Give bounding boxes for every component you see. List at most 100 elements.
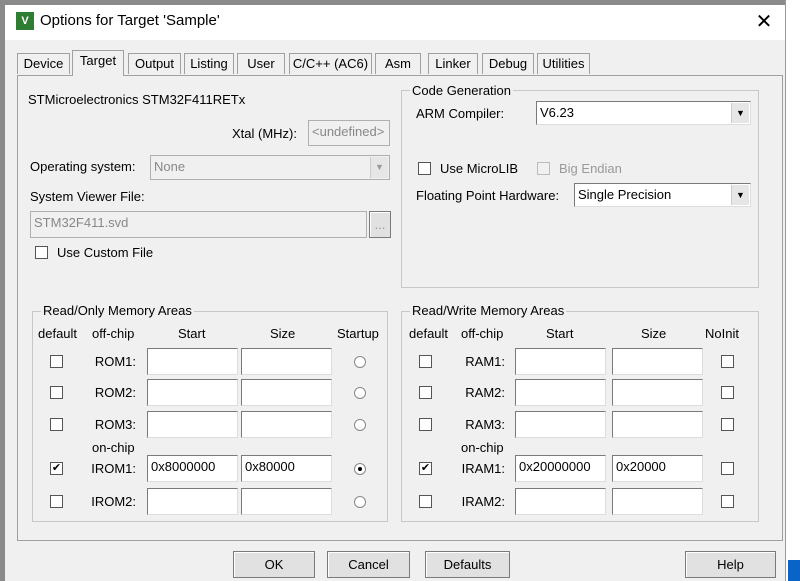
svf-input[interactable]: STM32F411.svd: [30, 211, 367, 238]
default-checkbox[interactable]: [50, 495, 63, 508]
fpu-label: Floating Point Hardware:: [416, 188, 560, 203]
window-title: Options for Target 'Sample': [40, 12, 220, 29]
defaults-button[interactable]: Defaults: [425, 551, 510, 578]
noinit-checkbox[interactable]: [721, 462, 734, 475]
group-title: Read/Write Memory Areas: [410, 303, 567, 318]
chevron-down-icon: ▼: [731, 185, 749, 205]
startup-radio[interactable]: [354, 496, 366, 508]
big-endian-checkbox[interactable]: [537, 162, 550, 175]
use-microlib-checkbox[interactable]: [418, 162, 431, 175]
start-address-input[interactable]: [515, 348, 606, 375]
use-custom-file-checkbox[interactable]: [35, 246, 48, 259]
group-title: Read/Only Memory Areas: [41, 303, 194, 318]
os-select[interactable]: None ▼: [150, 155, 390, 180]
start-address-input[interactable]: [147, 488, 238, 515]
header-start: Start: [546, 326, 574, 341]
startup-radio[interactable]: [354, 356, 366, 368]
size-input[interactable]: [241, 488, 332, 515]
size-input[interactable]: [241, 379, 332, 406]
memory-area-name: IROM2:: [91, 494, 136, 509]
size-input[interactable]: [612, 379, 703, 406]
header-default: default: [409, 326, 449, 341]
code-generation-title: Code Generation: [410, 83, 514, 98]
header-size: Size: [270, 326, 296, 341]
size-input[interactable]: [612, 488, 703, 515]
noinit-checkbox[interactable]: [721, 495, 734, 508]
close-icon[interactable]: ✕: [752, 10, 776, 34]
os-label: Operating system:: [30, 159, 136, 174]
start-address-input[interactable]: [147, 379, 238, 406]
memory-area-name: RAM1:: [465, 354, 505, 369]
default-checkbox[interactable]: [419, 418, 432, 431]
default-checkbox[interactable]: [50, 386, 63, 399]
default-checkbox[interactable]: [419, 495, 432, 508]
noinit-checkbox[interactable]: [721, 418, 734, 431]
header-startup: Startup: [337, 326, 379, 341]
start-address-input[interactable]: [515, 411, 606, 438]
cancel-button[interactable]: Cancel: [327, 551, 410, 578]
device-name: STMicroelectronics STM32F411RETx: [28, 92, 246, 107]
tab-c-c-ac6[interactable]: C/C++ (AC6): [289, 53, 372, 74]
use-microlib-label: Use MicroLIB: [440, 161, 519, 176]
header-off-chip: off-chip: [461, 326, 504, 341]
keil-app-icon: V: [16, 12, 34, 30]
start-address-input[interactable]: 0x20000000: [515, 455, 606, 482]
memory-area-name: IRAM2:: [461, 494, 505, 509]
tab-utilities[interactable]: Utilities: [537, 53, 590, 74]
background-window: [785, 0, 800, 581]
on-chip-label: on-chip: [461, 440, 504, 455]
arm-compiler-select[interactable]: V6.23 ▼: [536, 101, 751, 125]
svf-label: System Viewer File:: [30, 189, 145, 204]
memory-area-name: IRAM1:: [461, 461, 505, 476]
tab-device[interactable]: Device: [17, 53, 70, 74]
background-window-accent: [788, 560, 800, 581]
help-button[interactable]: Help: [685, 551, 776, 578]
xtal-input[interactable]: <undefined>: [308, 120, 390, 146]
start-address-input[interactable]: [147, 348, 238, 375]
fpu-select[interactable]: Single Precision ▼: [574, 183, 751, 207]
tab-user[interactable]: User: [237, 53, 285, 74]
default-checkbox[interactable]: [50, 355, 63, 368]
memory-area-name: RAM2:: [465, 385, 505, 400]
tab-listing[interactable]: Listing: [184, 53, 234, 74]
start-address-input[interactable]: [515, 488, 606, 515]
use-custom-file-label: Use Custom File: [57, 245, 154, 260]
arm-compiler-label: ARM Compiler:: [416, 106, 505, 121]
start-address-input[interactable]: [147, 411, 238, 438]
start-address-input[interactable]: 0x8000000: [147, 455, 238, 482]
header-start: Start: [178, 326, 206, 341]
tab-linker[interactable]: Linker: [428, 53, 478, 74]
size-input[interactable]: 0x20000: [612, 455, 703, 482]
startup-radio[interactable]: [354, 463, 366, 475]
default-checkbox[interactable]: [419, 386, 432, 399]
big-endian-label: Big Endian: [559, 161, 622, 176]
memory-area-name: ROM1:: [94, 354, 136, 369]
tab-target[interactable]: Target: [72, 50, 124, 76]
noinit-checkbox[interactable]: [721, 386, 734, 399]
default-checkbox[interactable]: [419, 355, 432, 368]
default-checkbox[interactable]: ✔: [419, 462, 432, 475]
os-value: None: [154, 159, 186, 174]
tab-output[interactable]: Output: [128, 53, 181, 74]
svf-browse-button[interactable]: ...: [369, 211, 391, 238]
xtal-label: Xtal (MHz):: [232, 126, 297, 141]
ok-button[interactable]: OK: [233, 551, 315, 578]
default-checkbox[interactable]: [50, 418, 63, 431]
tab-debug[interactable]: Debug: [482, 53, 534, 74]
default-checkbox[interactable]: ✔: [50, 462, 63, 475]
header-default: default: [38, 326, 78, 341]
startup-radio[interactable]: [354, 419, 366, 431]
size-input[interactable]: [241, 411, 332, 438]
start-address-input[interactable]: [515, 379, 606, 406]
memory-area-name: ROM3:: [94, 417, 136, 432]
noinit-checkbox[interactable]: [721, 355, 734, 368]
size-input[interactable]: 0x80000: [241, 455, 332, 482]
fpu-value: Single Precision: [578, 187, 672, 202]
on-chip-label: on-chip: [92, 440, 135, 455]
arm-compiler-value: V6.23: [540, 105, 574, 120]
startup-radio[interactable]: [354, 387, 366, 399]
tab-asm[interactable]: Asm: [375, 53, 421, 74]
size-input[interactable]: [612, 411, 703, 438]
size-input[interactable]: [241, 348, 332, 375]
size-input[interactable]: [612, 348, 703, 375]
